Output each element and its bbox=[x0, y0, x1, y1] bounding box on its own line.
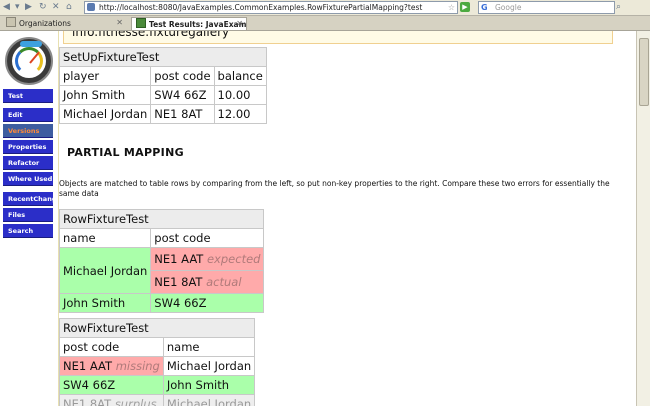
sidebar-item-refactor[interactable]: Refactor bbox=[3, 156, 53, 170]
expected-value: NE1 AAT bbox=[154, 252, 204, 266]
table-row: Michael Jordan NE1 8AT 12.00 bbox=[58, 104, 267, 124]
tab-bar: Organizations ✕ Test Results: JavaExampl… bbox=[0, 16, 650, 42]
table-cell-pass: SW4 66Z bbox=[150, 293, 265, 313]
vertical-scrollbar[interactable] bbox=[636, 31, 650, 406]
column-header: balance bbox=[213, 66, 267, 86]
collapsible-text: info.fitnesse.fixturegallery bbox=[72, 31, 230, 39]
search-input[interactable]: G Google bbox=[478, 1, 615, 14]
reload-icon[interactable]: ↻ bbox=[39, 2, 47, 13]
sidebar-item-where-used[interactable]: Where Used bbox=[3, 172, 53, 186]
tab-close-icon[interactable]: ✕ bbox=[236, 18, 243, 30]
section-heading: PARTIAL MAPPING bbox=[67, 146, 184, 159]
browser-toolbar: ◀ ▾ ▶ ↻ ✕ ⌂ http://localhost:8080/JavaEx… bbox=[0, 0, 650, 16]
table-cell-pass: John Smith bbox=[162, 375, 256, 395]
table-row: NE1 8AT surplus Michael Jordan bbox=[59, 394, 256, 406]
column-header: name bbox=[58, 228, 152, 248]
table-row: John Smith SW4 66Z 10.00 bbox=[58, 85, 267, 105]
fitnesse-logo[interactable] bbox=[5, 37, 53, 85]
row-fixture-table-2: RowFixtureTest post code name NE1 AAT mi… bbox=[58, 318, 256, 406]
fitnesse-icon bbox=[136, 18, 146, 28]
main-content: info.fitnesse.fixturegallery SetUpFixtur… bbox=[58, 31, 635, 406]
description-paragraph: Objects are matched to table rows by com… bbox=[59, 179, 610, 198]
table-row: Michael Jordan NE1 AAT expected bbox=[58, 247, 265, 294]
page-icon bbox=[6, 17, 16, 27]
table-cell-fail: NE1 AAT missing bbox=[59, 356, 164, 376]
home-icon[interactable]: ⌂ bbox=[66, 2, 72, 13]
table-cell: SW4 66Z bbox=[150, 85, 215, 105]
sidebar-item-search[interactable]: Search bbox=[3, 224, 53, 238]
expected-label: expected bbox=[206, 252, 261, 266]
table-cell: 10.00 bbox=[213, 85, 267, 105]
sidebar: Test Edit Versions Properties Refactor W… bbox=[0, 31, 57, 406]
tab-organizations[interactable]: Organizations ✕ bbox=[2, 17, 126, 29]
collapsible-section[interactable]: info.fitnesse.fixturegallery bbox=[63, 31, 613, 44]
tab-label: Organizations bbox=[19, 19, 71, 28]
column-header: post code bbox=[150, 228, 265, 248]
table-title: RowFixtureTest bbox=[58, 318, 256, 338]
column-header: post code bbox=[59, 337, 164, 357]
bookmark-star-icon[interactable]: ☆ bbox=[448, 2, 455, 13]
table-cell: Michael Jordan bbox=[162, 356, 256, 376]
back-icon[interactable]: ◀ bbox=[3, 2, 10, 13]
surplus-value: NE1 8AT bbox=[63, 397, 112, 406]
table-cell-surplus: Michael Jordan bbox=[162, 394, 256, 406]
search-placeholder: Google bbox=[495, 3, 522, 12]
setup-fixture-table: SetUpFixtureTest player post code balanc… bbox=[58, 47, 267, 124]
column-header: player bbox=[58, 66, 152, 86]
address-bar[interactable]: http://localhost:8080/JavaExamples.Commo… bbox=[84, 1, 458, 14]
logo-badge bbox=[20, 41, 42, 47]
table-row: NE1 AAT missing Michael Jordan bbox=[59, 356, 256, 376]
sidebar-item-edit[interactable]: Edit bbox=[3, 108, 53, 122]
go-button[interactable]: ▶ bbox=[460, 2, 470, 12]
table-cell-pass: John Smith bbox=[58, 293, 152, 313]
table-cell-fail: NE1 8AT actual bbox=[150, 270, 265, 294]
scrollbar-thumb[interactable] bbox=[639, 38, 649, 106]
sidebar-item-properties[interactable]: Properties bbox=[3, 140, 53, 154]
table-title: SetUpFixtureTest bbox=[59, 47, 267, 67]
row-fixture-table-1: RowFixtureTest name post code Michael Jo… bbox=[58, 209, 265, 313]
column-header: post code bbox=[150, 66, 215, 86]
tab-test-results[interactable]: Test Results: JavaExamples.... ✕ bbox=[131, 17, 247, 30]
table-cell: NE1 8AT bbox=[150, 104, 215, 124]
column-header: name bbox=[162, 337, 256, 357]
google-icon: G bbox=[481, 3, 488, 12]
table-cell: John Smith bbox=[58, 85, 152, 105]
tab-close-icon[interactable]: ✕ bbox=[116, 17, 123, 29]
site-favicon-icon bbox=[87, 3, 95, 11]
search-icon[interactable]: ⌕ bbox=[616, 1, 621, 13]
missing-label: missing bbox=[115, 359, 160, 373]
actual-label: actual bbox=[206, 275, 242, 289]
table-cell-surplus: NE1 8AT surplus bbox=[59, 394, 164, 406]
sidebar-item-recent-changes[interactable]: RecentChanges bbox=[3, 192, 53, 206]
stop-icon[interactable]: ✕ bbox=[52, 2, 60, 13]
table-cell-pass: SW4 66Z bbox=[59, 375, 164, 395]
dropdown-icon[interactable]: ▾ bbox=[15, 2, 20, 13]
address-text: http://localhost:8080/JavaExamples.Commo… bbox=[99, 3, 423, 12]
table-cell-fail: NE1 AAT expected bbox=[150, 247, 265, 271]
sidebar-item-test[interactable]: Test bbox=[3, 89, 53, 103]
table-title: RowFixtureTest bbox=[58, 209, 265, 229]
missing-value: NE1 AAT bbox=[63, 359, 113, 373]
table-row: John Smith SW4 66Z bbox=[58, 293, 265, 313]
table-cell: Michael Jordan bbox=[58, 104, 152, 124]
forward-icon[interactable]: ▶ bbox=[25, 2, 32, 13]
surplus-label: surplus bbox=[114, 397, 157, 406]
tab-label: Test Results: JavaExamples.... bbox=[149, 20, 247, 29]
sidebar-item-versions[interactable]: Versions bbox=[3, 124, 53, 138]
actual-value: NE1 8AT bbox=[154, 275, 203, 289]
table-cell: 12.00 bbox=[213, 104, 267, 124]
sidebar-item-files[interactable]: Files bbox=[3, 208, 53, 222]
table-cell-pass: Michael Jordan bbox=[58, 247, 152, 294]
table-row: SW4 66Z John Smith bbox=[59, 375, 256, 395]
